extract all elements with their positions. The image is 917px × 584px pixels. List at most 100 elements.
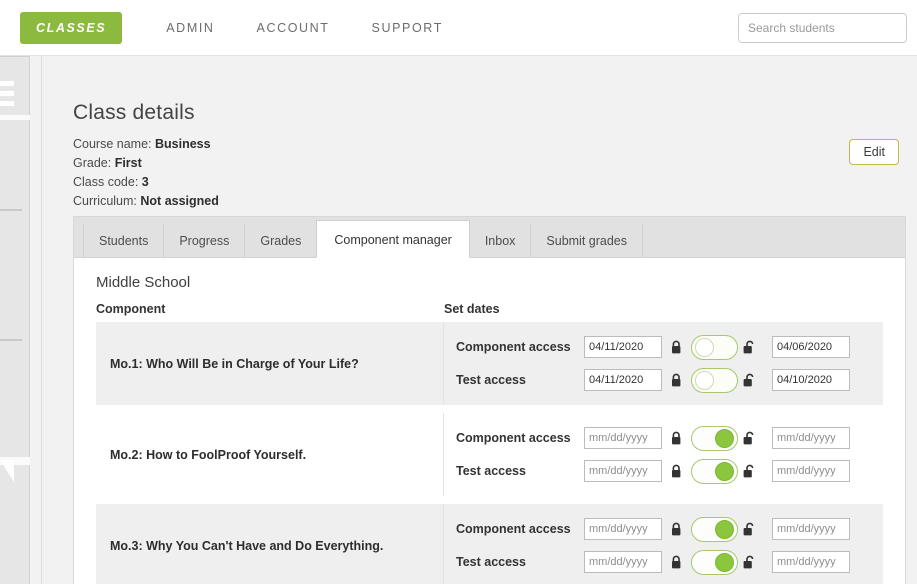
date-line: Component access (456, 513, 883, 545)
access-type-label: Component access (456, 431, 571, 445)
unlock-icon (743, 373, 758, 388)
toggle-knob (715, 461, 734, 481)
access-type-label: Test access (456, 373, 526, 387)
access-toggle[interactable] (691, 549, 738, 575)
detail-curriculum: Curriculum: Not assigned (73, 192, 219, 211)
date-line: Component access (456, 422, 883, 454)
edge-panel-strip-top (0, 115, 30, 120)
date-line: Test access (456, 364, 883, 396)
end-date-input[interactable] (772, 369, 850, 391)
start-date-input[interactable] (584, 460, 662, 482)
row-spacer (74, 405, 905, 413)
table-row: Mo.3: Why You Can't Have and Do Everythi… (74, 504, 905, 584)
set-dates-cell: Component access Test access (444, 504, 883, 584)
tab-strip: Students Progress Grades Component manag… (74, 217, 905, 258)
lock-icon (671, 464, 686, 479)
toggle-knob (715, 428, 734, 448)
class-details-summary: Course name: Business Grade: First Class… (73, 135, 219, 211)
page-content: Class details Course name: Business Grad… (41, 56, 917, 584)
access-toggle[interactable] (691, 425, 738, 451)
edge-panel-divider-2 (0, 339, 22, 341)
tab-inbox[interactable]: Inbox (468, 224, 532, 257)
table-row: Mo.2: How to FoolProof Yourself. Componen… (74, 413, 905, 496)
section-title: Middle School (96, 274, 191, 291)
toggle-knob (695, 370, 714, 390)
end-date-input[interactable] (772, 427, 850, 449)
unlock-icon (743, 431, 758, 446)
lock-icon (671, 555, 686, 570)
left-edge-panel (0, 56, 30, 584)
tab-progress[interactable]: Progress (163, 224, 246, 257)
access-toggle[interactable] (691, 458, 738, 484)
component-grid: Component Set dates Mo.1: Who Will Be in… (74, 302, 905, 584)
column-header-set-dates: Set dates (444, 302, 500, 316)
unlock-icon (743, 464, 758, 479)
edit-button[interactable]: Edit (849, 139, 899, 165)
tab-submit-grades[interactable]: Submit grades (530, 224, 644, 257)
start-date-input[interactable] (584, 518, 662, 540)
detail-course-name: Course name: Business (73, 135, 219, 154)
tab-students[interactable]: Students (83, 224, 165, 257)
end-date-input[interactable] (772, 336, 850, 358)
lock-icon (671, 522, 686, 537)
end-date-input[interactable] (772, 518, 850, 540)
date-line: Test access (456, 455, 883, 487)
start-date-input[interactable] (584, 551, 662, 573)
component-row: Mo.3: Why You Can't Have and Do Everythi… (96, 504, 883, 584)
search-input[interactable] (738, 13, 907, 43)
nav-item-admin[interactable]: ADMIN (166, 12, 214, 44)
set-dates-cell: Component access Test access (444, 322, 883, 405)
grid-body: Mo.1: Who Will Be in Charge of Your Life… (74, 322, 905, 584)
toggle-knob (715, 519, 734, 539)
end-date-input[interactable] (772, 551, 850, 573)
tab-grades[interactable]: Grades (244, 224, 318, 257)
date-line: Test access (456, 546, 883, 578)
component-row: Mo.2: How to FoolProof Yourself. Componen… (96, 413, 883, 496)
lock-icon (671, 431, 686, 446)
toggle-knob (715, 552, 734, 572)
edge-panel-divider-1 (0, 209, 22, 211)
component-name: Mo.1: Who Will Be in Charge of Your Life… (96, 322, 444, 405)
column-header-component: Component (96, 302, 166, 316)
lock-icon (671, 340, 686, 355)
grid-header: Component Set dates (74, 302, 905, 322)
unlock-icon (743, 522, 758, 537)
start-date-input[interactable] (584, 336, 662, 358)
detail-curriculum-value: Not assigned (140, 194, 219, 208)
access-type-label: Test access (456, 555, 526, 569)
edge-panel-lines (0, 81, 14, 115)
nav-item-support[interactable]: SUPPORT (372, 12, 443, 44)
access-toggle[interactable] (691, 334, 738, 360)
set-dates-cell: Component access Test access (444, 413, 883, 496)
start-date-input[interactable] (584, 369, 662, 391)
unlock-icon (743, 340, 758, 355)
detail-grade-value: First (114, 156, 142, 170)
access-toggle[interactable] (691, 516, 738, 542)
tab-component-manager[interactable]: Component manager (316, 220, 470, 258)
row-spacer (74, 496, 905, 504)
start-date-input[interactable] (584, 427, 662, 449)
access-type-label: Component access (456, 340, 571, 354)
primary-nav: CLASSES ADMIN ACCOUNT SUPPORT (20, 12, 485, 44)
cursor-pointer-icon (0, 460, 14, 482)
unlock-icon (743, 555, 758, 570)
detail-curriculum-label: Curriculum: (73, 194, 137, 208)
search-students-wrapper (738, 13, 907, 43)
table-row: Mo.1: Who Will Be in Charge of Your Life… (74, 322, 905, 405)
page-title: Class details (73, 101, 195, 125)
detail-grade-label: Grade: (73, 156, 112, 170)
end-date-input[interactable] (772, 460, 850, 482)
date-line: Component access (456, 331, 883, 363)
component-manager-card: Students Progress Grades Component manag… (73, 216, 906, 584)
top-navigation-bar: CLASSES ADMIN ACCOUNT SUPPORT (0, 0, 917, 56)
component-name: Mo.2: How to FoolProof Yourself. (96, 413, 444, 496)
access-type-label: Test access (456, 464, 526, 478)
detail-class-code-label: Class code: (73, 175, 139, 189)
nav-item-account[interactable]: ACCOUNT (257, 12, 330, 44)
nav-item-classes[interactable]: CLASSES (20, 12, 123, 44)
access-toggle[interactable] (691, 367, 738, 393)
lock-icon (671, 373, 686, 388)
detail-class-code-value: 3 (141, 175, 149, 189)
access-type-label: Component access (456, 522, 571, 536)
component-row: Mo.1: Who Will Be in Charge of Your Life… (96, 322, 883, 405)
